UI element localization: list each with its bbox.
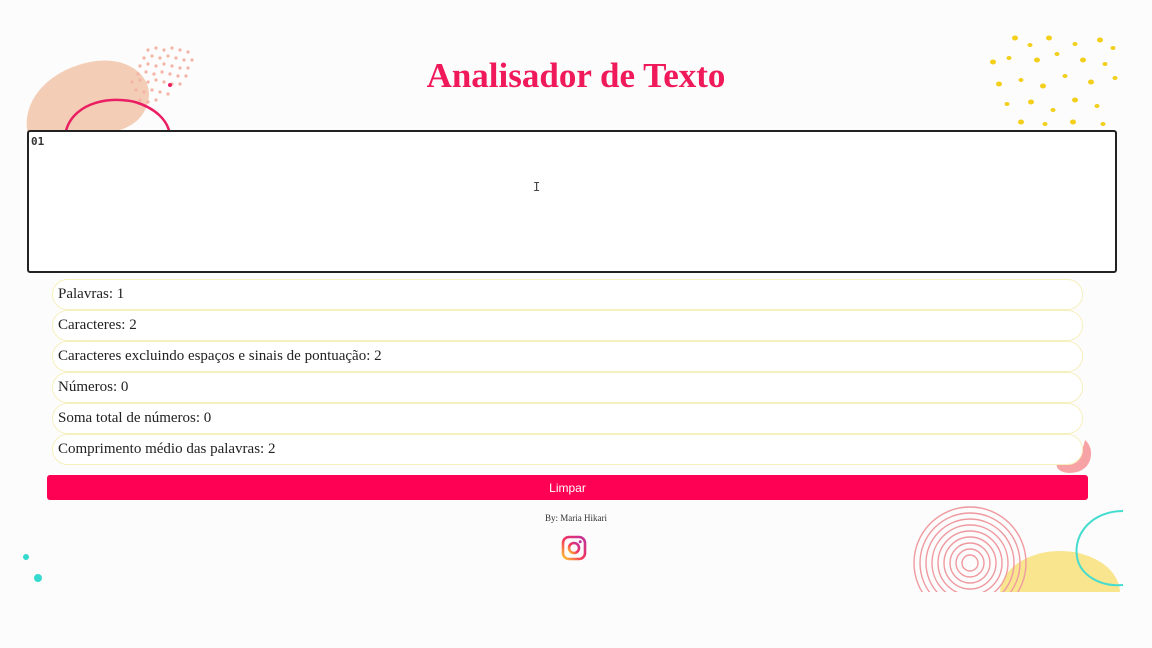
stats-list: Palavras: 1 Caracteres: 2 Caracteres exc…	[52, 279, 1083, 465]
text-cursor-icon: I	[533, 180, 541, 194]
stat-word-count: Palavras: 1	[52, 279, 1083, 310]
decoration-bottom-left-dots	[23, 554, 42, 582]
stat-character-count-no-punctuation: Caracteres excluindo espaços e sinais de…	[52, 341, 1083, 372]
text-input[interactable]: 01	[27, 130, 1117, 273]
instagram-icon	[561, 535, 587, 561]
stat-character-count: Caracteres: 2	[52, 310, 1083, 341]
stat-number-count: Números: 0	[52, 372, 1083, 403]
footer-credit: By: Maria Hikari	[545, 513, 607, 523]
stat-number-sum: Soma total de números: 0	[52, 403, 1083, 434]
instagram-link[interactable]	[560, 534, 588, 562]
stat-average-word-length: Comprimento médio das palavras: 2	[52, 434, 1083, 465]
clear-button[interactable]: Limpar	[47, 475, 1088, 500]
page-title: Analisador de Texto	[426, 56, 726, 95]
